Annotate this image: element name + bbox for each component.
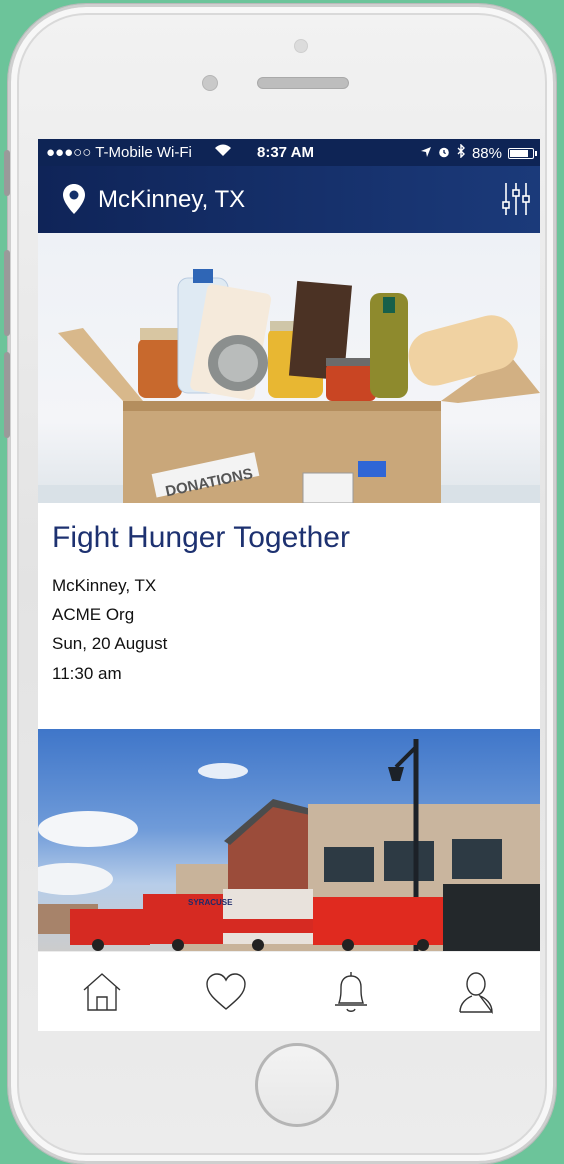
bell-icon[interactable] [327, 968, 375, 1016]
earpiece-speaker [257, 77, 349, 89]
event-city: McKinney, TX [52, 576, 157, 595]
wifi-icon [214, 143, 232, 161]
home-button[interactable] [255, 1043, 339, 1127]
event-image-firestation[interactable]: SYRACUSE [38, 729, 540, 951]
volume-down-button [4, 352, 10, 438]
mute-switch [4, 150, 10, 196]
battery-icon [508, 147, 537, 159]
carrier-signal: ●●●○○ T-Mobile Wi-Fi [46, 144, 192, 161]
front-camera [202, 75, 218, 91]
location-arrow-icon [420, 145, 432, 162]
bluetooth-icon [456, 143, 466, 162]
current-location[interactable]: McKinney, TX [98, 186, 245, 214]
profile-icon[interactable] [452, 968, 500, 1016]
heart-icon[interactable] [202, 968, 250, 1016]
event-organization: ACME Org [52, 605, 135, 624]
top-navigation: McKinney, TX [38, 166, 540, 233]
filter-sliders-icon[interactable] [500, 180, 532, 223]
status-bar: ●●●○○ T-Mobile Wi-Fi 8:37 AM 88% [38, 139, 540, 166]
alarm-icon [438, 145, 450, 162]
bottom-tab-bar [38, 951, 540, 1031]
location-pin-icon[interactable] [62, 183, 86, 220]
firetruck-label: SYRACUSE [188, 898, 233, 907]
app-screen: ●●●○○ T-Mobile Wi-Fi 8:37 AM 88% McKinne… [38, 139, 540, 1031]
battery-percent: 88% [471, 144, 502, 162]
status-right: 88% [420, 143, 537, 162]
event-image-donations[interactable]: DONATIONS [38, 233, 540, 503]
event-title[interactable]: Fight Hunger Together [52, 521, 350, 555]
proximity-sensor [294, 39, 308, 53]
event-date: Sun, 20 August [52, 634, 168, 653]
battery-fill [510, 149, 529, 157]
event-time: 11:30 am [52, 664, 122, 683]
volume-up-button [4, 250, 10, 336]
home-icon[interactable] [78, 968, 126, 1016]
clock: 8:37 AM [257, 144, 314, 161]
